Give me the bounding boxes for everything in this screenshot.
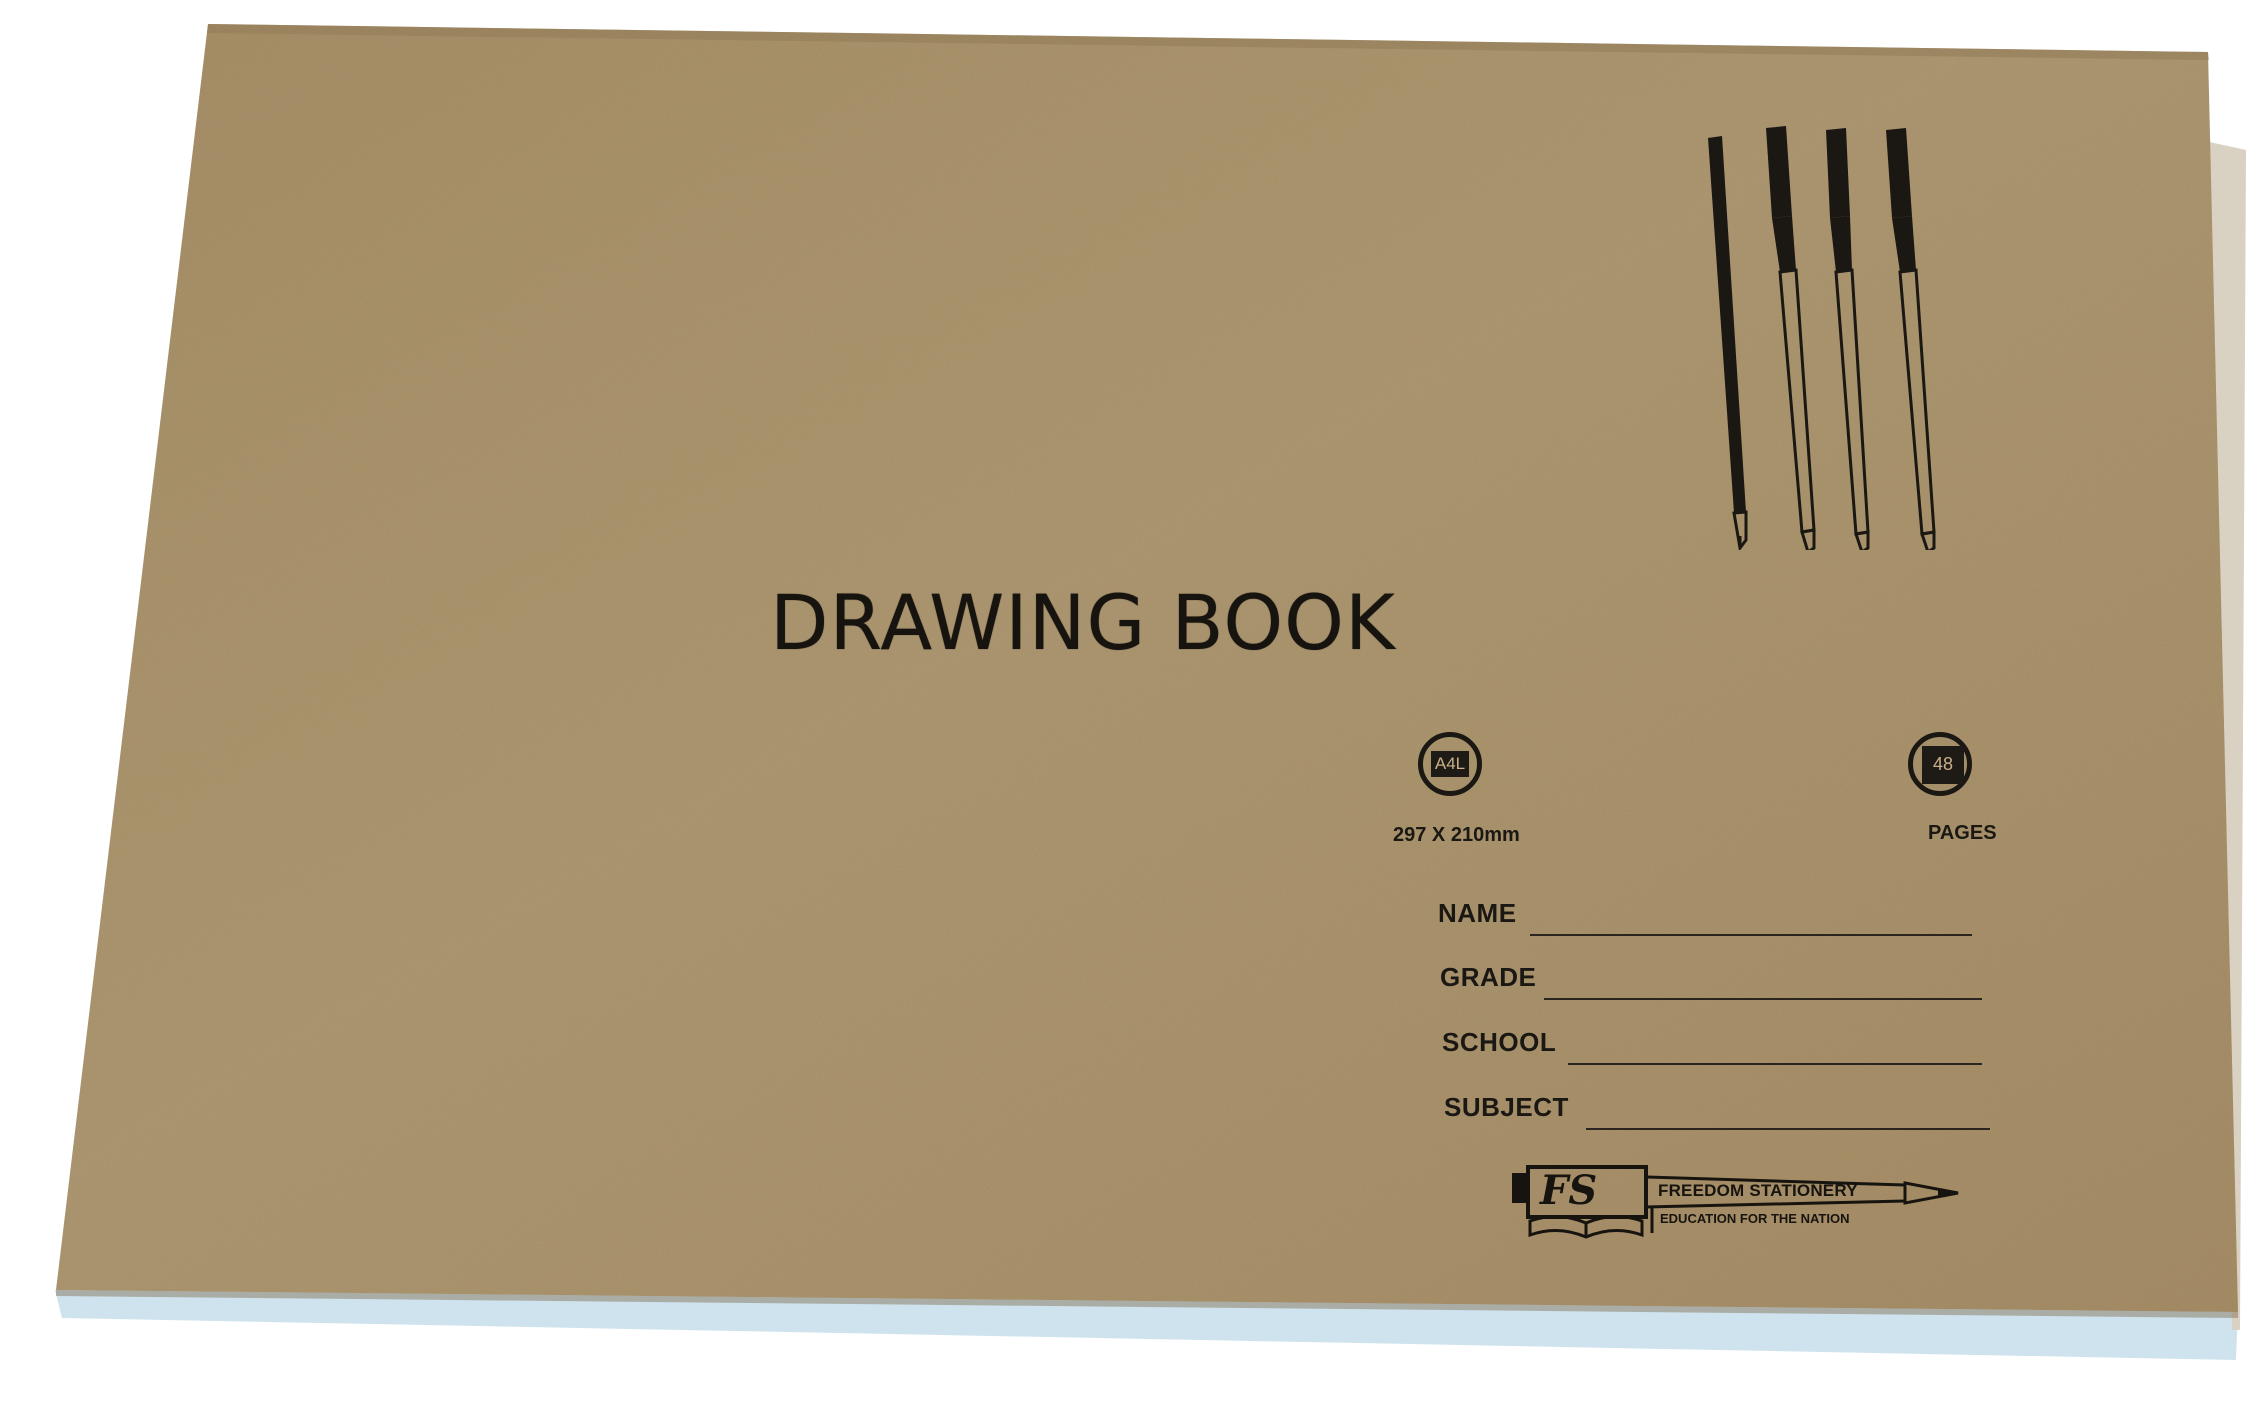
logo-brand-name: FREEDOM STATIONERY (1658, 1181, 1858, 1200)
pen-icon (1886, 128, 1936, 550)
cover-title: DRAWING BOOK (770, 578, 1396, 667)
pages-caption: PAGES (1928, 822, 1997, 844)
name-label: NAME (1438, 898, 1517, 928)
name-line (1530, 934, 1972, 936)
pen-icon (1766, 126, 1816, 550)
grade-line (1544, 998, 1982, 1000)
pencil-icon (1708, 136, 1748, 550)
size-badge: A4L (1418, 732, 1482, 796)
book-icon (1528, 1215, 1644, 1239)
grade-label: GRADE (1440, 962, 1537, 992)
subject-line (1586, 1128, 1990, 1130)
logo-tagline: EDUCATION FOR THE NATION (1660, 1211, 1850, 1226)
size-caption: 297 X 210mm (1393, 824, 1520, 846)
logo-monogram: FS (1540, 1167, 1598, 1214)
school-label: SCHOOL (1442, 1027, 1557, 1057)
school-field: SCHOOL (1442, 1027, 1982, 1067)
brand-logo: FS FREEDOM STATIONERY EDUCATION FOR THE … (1510, 1163, 1960, 1243)
pencil-tip-icon (1903, 1181, 1959, 1205)
size-badge-label: A4L (1431, 751, 1469, 777)
school-line (1568, 1063, 1982, 1065)
grade-field: GRADE (1440, 962, 1982, 1002)
pens-illustration (1708, 126, 1936, 550)
subject-field: SUBJECT (1444, 1092, 1990, 1132)
pages-badge: 48 (1908, 732, 1972, 796)
pen-icon (1826, 128, 1870, 550)
drawing-book-photo: DRAWING BOOK A4L 297 X 210mm 48 PAGES NA… (0, 0, 2249, 1413)
pages-badge-label: 48 (1922, 746, 1964, 784)
name-field: NAME (1438, 898, 1972, 938)
subject-label: SUBJECT (1444, 1092, 1569, 1122)
